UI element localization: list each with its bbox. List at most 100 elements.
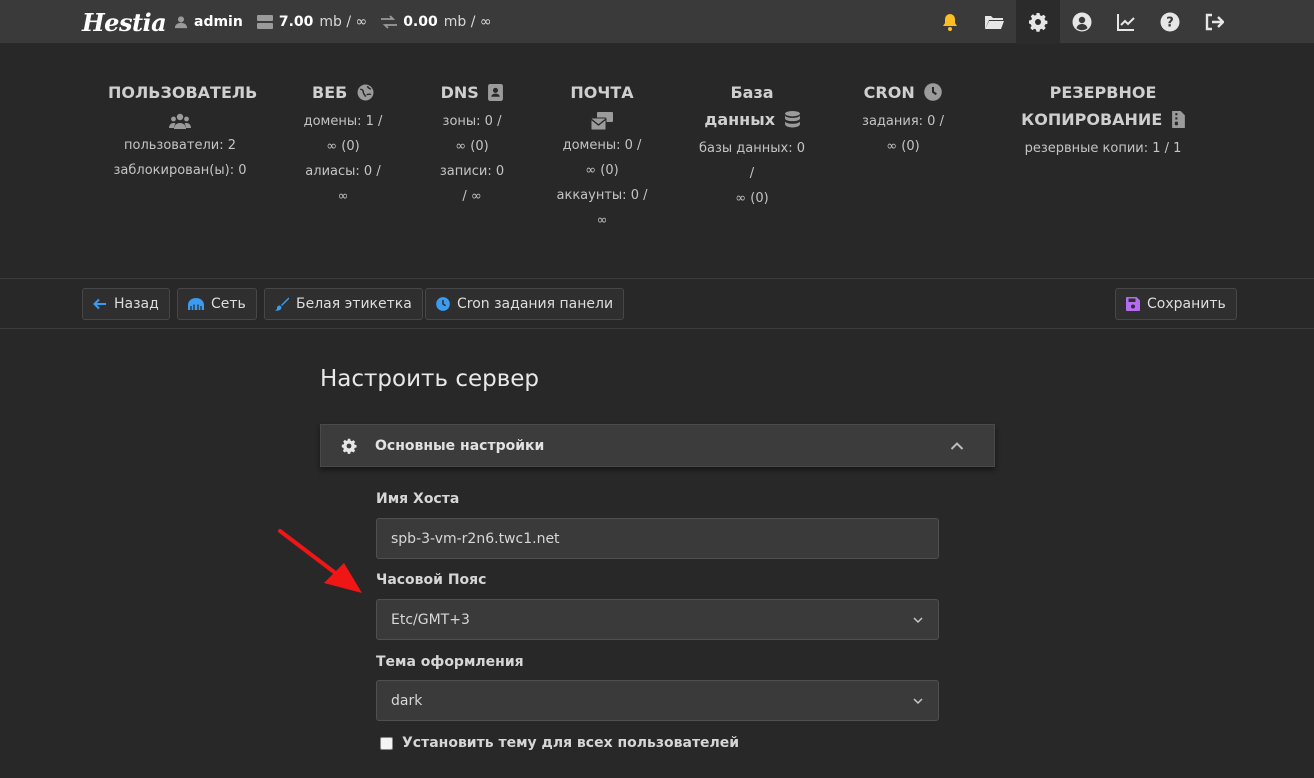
folder-icon (985, 16, 1004, 29)
backup-count: резервные копии: 1 / 1 (1024, 141, 1182, 156)
username: admin (194, 14, 243, 30)
address-book-icon (488, 84, 504, 101)
gear-icon (1029, 13, 1048, 32)
cron-title: CRON (863, 83, 915, 102)
logout-button[interactable] (1192, 0, 1236, 44)
summary-mail[interactable]: ПОЧТА домены: 0 / ∞ (0) аккаунты: 0 / ∞ (552, 79, 652, 233)
white-label-label: Белая этикетка (296, 296, 412, 312)
db-title-a: База (730, 83, 774, 102)
basic-settings-accordion-header[interactable]: Основные настройки (320, 424, 995, 467)
theme-value: dark (391, 692, 423, 709)
server-icon (256, 15, 273, 29)
server-settings-button[interactable] (1016, 0, 1060, 44)
timezone-select[interactable]: Etc/GMT+3 (376, 599, 939, 640)
timezone-value: Etc/GMT+3 (391, 611, 470, 628)
svg-text:?: ? (1166, 16, 1174, 31)
apply-theme-label: Установить тему для всех пользователей (402, 735, 740, 751)
summary-cron[interactable]: CRON задания: 0 / ∞ (0) (856, 79, 950, 159)
white-label-button[interactable]: Белая этикетка (264, 288, 423, 320)
users-icon (169, 113, 191, 129)
floppy-disk-icon (1126, 297, 1140, 311)
apply-theme-all-users-row[interactable]: Установить тему для всех пользователей (380, 735, 739, 751)
notifications-button[interactable] (928, 0, 972, 44)
theme-select[interactable]: dark (376, 680, 939, 721)
dns-records-a: записи: 0 (439, 164, 505, 179)
clock-icon (436, 297, 450, 311)
disk-unit: mb / ∞ (319, 14, 368, 30)
save-button[interactable]: Сохранить (1115, 288, 1237, 320)
mail-accounts-a: аккаунты: 0 / (556, 188, 648, 203)
annotation-arrow-icon (278, 529, 362, 593)
panel-cron-button[interactable]: Cron задания панели (425, 288, 625, 320)
hostname-input[interactable]: spb-3-vm-r2n6.twc1.net (376, 518, 939, 559)
current-user[interactable]: admin (174, 14, 243, 30)
user-profile-button[interactable] (1060, 0, 1104, 44)
clock-icon (924, 83, 943, 101)
user-circle-icon (1072, 12, 1092, 32)
mail-domains-b: ∞ (0) (585, 163, 619, 178)
theme-label: Тема оформления (376, 654, 524, 670)
bandwidth-used: 0.00 (403, 14, 438, 30)
cron-jobs-b: ∞ (0) (886, 139, 920, 154)
chart-line-icon (1117, 14, 1135, 31)
dns-title: DNS (440, 83, 479, 102)
statistics-button[interactable] (1104, 0, 1148, 44)
chevron-down-icon (913, 698, 923, 705)
toolbar: Назад Сеть Белая этикетка Cron задания п… (0, 280, 1314, 329)
network-label: Сеть (211, 296, 246, 312)
panel-cron-label: Cron задания панели (457, 296, 614, 312)
web-domains-a: домены: 1 / (303, 114, 383, 129)
bandwidth-usage: 0.00 mb / ∞ (381, 14, 492, 30)
paintbrush-icon (275, 297, 289, 311)
dns-zones-b: ∞ (0) (455, 139, 489, 154)
summary-databases[interactable]: База данных базы данных: 0 / ∞ (0) (696, 79, 808, 211)
users-count: пользователи: 2 (123, 138, 237, 153)
summary-users[interactable]: ПОЛЬЗОВАТЕЛЬ пользователи: 2 заблокирова… (108, 79, 257, 183)
summary-panel: ПОЛЬЗОВАТЕЛЬ пользователи: 2 заблокирова… (0, 45, 1314, 279)
backup-title-a: РЕЗЕРВНОЕ (1049, 83, 1157, 102)
page-title: Настроить сервер (320, 366, 540, 392)
help-button[interactable]: ? (1148, 0, 1192, 44)
web-aliases-b: ∞ (337, 189, 349, 204)
summary-backups[interactable]: РЕЗЕРВНОЕ КОПИРОВАНИЕ резервные копии: 1… (1010, 79, 1196, 161)
mail-bulk-icon (590, 111, 613, 130)
help-icon: ? (1160, 12, 1180, 32)
network-button[interactable]: Сеть (177, 288, 257, 320)
dns-zones-a: зоны: 0 / (442, 114, 502, 129)
db-count-b: ∞ (0) (735, 191, 769, 206)
summary-dns[interactable]: DNS зоны: 0 / ∞ (0) записи: 0 / ∞ (432, 79, 512, 209)
top-bar: Hestia admin 7.00 mb / ∞ 0.00 mb / ∞ ? (0, 0, 1314, 44)
hostname-label: Имя Хоста (376, 491, 460, 507)
web-domains-b: ∞ (0) (326, 139, 360, 154)
arrow-left-icon (93, 298, 106, 310)
globe-icon (357, 84, 374, 101)
file-manager-button[interactable] (972, 0, 1016, 44)
disk-used: 7.00 (278, 14, 314, 30)
users-suspended: заблокирован(ы): 0 (113, 163, 247, 178)
gear-icon (341, 438, 357, 454)
hestia-logo[interactable]: Hestia (82, 6, 167, 38)
usage-stats: admin 7.00 mb / ∞ 0.00 mb / ∞ (174, 0, 492, 44)
web-aliases-a: алиасы: 0 / (305, 164, 381, 179)
bell-icon (943, 14, 957, 31)
back-button[interactable]: Назад (82, 288, 170, 320)
timezone-label: Часовой Пояс (376, 572, 487, 588)
bandwidth-unit: mb / ∞ (443, 14, 492, 30)
top-icons: ? (928, 0, 1236, 44)
apply-theme-checkbox[interactable] (380, 736, 393, 750)
logout-icon (1205, 13, 1224, 31)
mail-accounts-b: ∞ (596, 213, 608, 228)
file-zipper-icon (1171, 111, 1185, 128)
save-label: Сохранить (1147, 296, 1226, 312)
cron-jobs-a: задания: 0 / (862, 114, 944, 129)
back-label: Назад (114, 296, 159, 312)
db-count-a: базы данных: 0 / (699, 141, 805, 181)
db-title-b: данных (704, 110, 776, 129)
mail-domains-a: домены: 0 / (562, 138, 642, 153)
summary-web[interactable]: ВЕБ домены: 1 / ∞ (0) алиасы: 0 / ∞ (300, 79, 386, 209)
dns-records-b: / ∞ (462, 189, 482, 204)
chevron-up-icon[interactable] (950, 439, 964, 453)
disk-usage: 7.00 mb / ∞ (256, 14, 368, 30)
accordion-title: Основные настройки (375, 437, 545, 454)
mail-title: ПОЧТА (570, 83, 634, 102)
